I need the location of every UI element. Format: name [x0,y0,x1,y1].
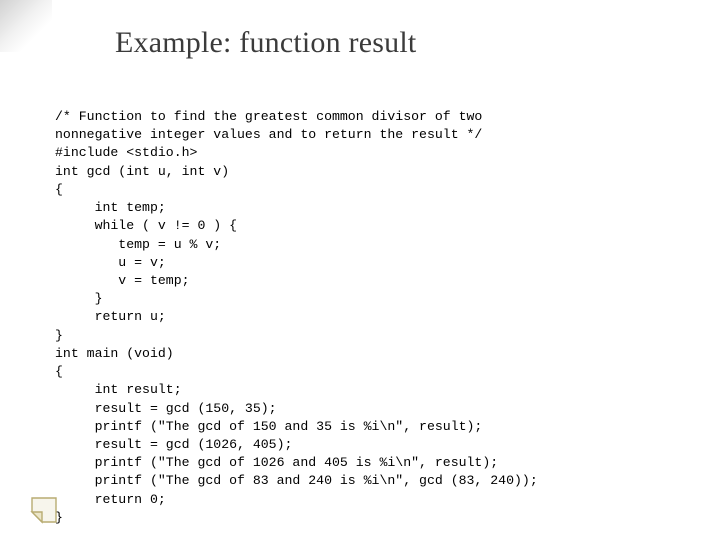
code-line: int result; [55,382,182,397]
code-line: while ( v != 0 ) { [55,218,237,233]
code-line: return u; [55,309,166,324]
code-line: } [55,291,102,306]
code-line: nonnegative integer values and to return… [55,127,482,142]
code-line: v = temp; [55,273,190,288]
code-line: } [55,328,63,343]
code-line: { [55,182,63,197]
code-line: printf ("The gcd of 83 and 240 is %i\n",… [55,473,538,488]
code-line: #include <stdio.h> [55,145,197,160]
code-line: /* Function to find the greatest common … [55,109,482,124]
slide: Example: function result /* Function to … [0,0,720,540]
code-line: u = v; [55,255,166,270]
code-block: /* Function to find the greatest common … [55,108,670,527]
code-line: result = gcd (1026, 405); [55,437,292,452]
code-line: int gcd (int u, int v) [55,164,229,179]
slide-title: Example: function result [115,26,670,60]
code-line: temp = u % v; [55,237,221,252]
code-line: printf ("The gcd of 1026 and 405 is %i\n… [55,455,498,470]
code-line: return 0; [55,492,166,507]
code-line: int temp; [55,200,166,215]
page-fold-icon [30,496,58,524]
code-line: printf ("The gcd of 150 and 35 is %i\n",… [55,419,482,434]
code-line: { [55,364,63,379]
corner-shadow-icon [0,0,52,52]
code-line: result = gcd (150, 35); [55,401,277,416]
code-line: int main (void) [55,346,174,361]
